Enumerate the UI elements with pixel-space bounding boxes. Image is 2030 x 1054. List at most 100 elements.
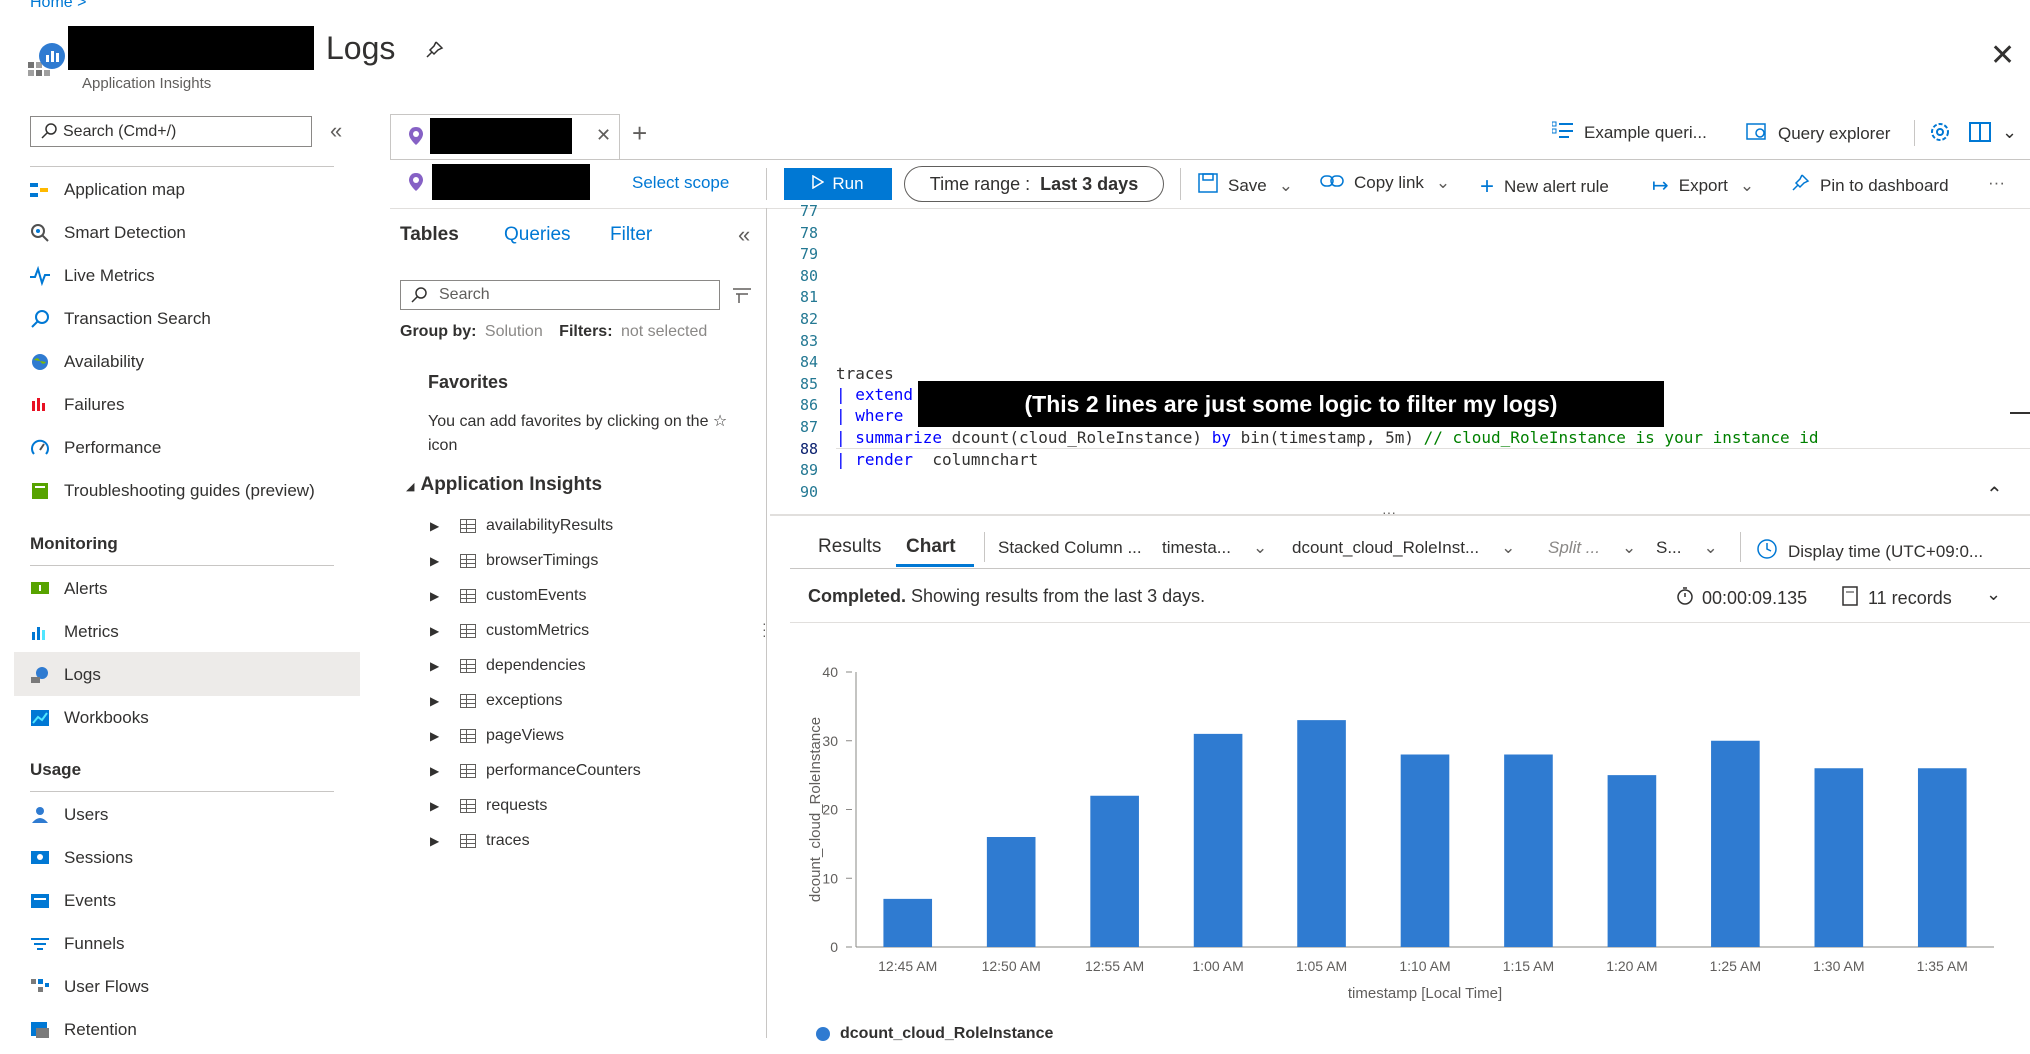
display-time-label: Display time (UTC+09:0... xyxy=(1788,541,1984,561)
nav-item-funnels[interactable]: Funnels xyxy=(30,932,124,956)
expand-icon[interactable]: ▶ xyxy=(430,659,442,673)
table-name: customEvents xyxy=(486,587,587,604)
nav-item-users[interactable]: Users xyxy=(30,803,108,827)
filters-value[interactable]: not selected xyxy=(621,323,707,340)
nav-item-alerts[interactable]: Alerts xyxy=(30,577,107,601)
code-keyword: render xyxy=(855,450,914,469)
tab-queries[interactable]: Queries xyxy=(504,224,571,246)
expand-icon[interactable]: ▶ xyxy=(430,589,442,603)
run-button[interactable]: Run xyxy=(784,168,892,200)
table-item[interactable]: ▶ browserTimings xyxy=(430,552,598,570)
nav-item-metrics[interactable]: Metrics xyxy=(30,620,119,644)
sort-icon[interactable] xyxy=(732,286,752,309)
editor-results-splitter[interactable] xyxy=(770,514,2030,516)
editor-splitter-handle-icon[interactable]: ··· xyxy=(1382,504,1396,520)
user-flows-icon xyxy=(30,977,50,997)
table-item[interactable]: ▶ exceptions xyxy=(430,692,563,710)
nav-item-availability[interactable]: Availability xyxy=(30,350,144,374)
metrics-icon xyxy=(30,622,50,642)
nav-item-logs[interactable]: Logs xyxy=(30,663,101,687)
splitter-handle-icon[interactable]: · · · xyxy=(762,616,767,642)
nav-item-user-flows[interactable]: User Flows xyxy=(30,975,149,999)
table-item[interactable]: ▶ customMetrics xyxy=(430,622,589,640)
nav-item-sessions[interactable]: Sessions xyxy=(30,846,133,870)
sessions-icon xyxy=(30,848,50,868)
line-number: 77 xyxy=(799,202,818,220)
code-line-88[interactable]: | render columnchart xyxy=(836,450,1038,469)
nav-item-transaction-search[interactable]: Transaction Search xyxy=(30,307,211,331)
table-item[interactable]: ▶ performanceCounters xyxy=(430,762,641,780)
legend-marker xyxy=(816,1027,830,1041)
expand-icon[interactable]: ▶ xyxy=(430,624,442,638)
table-icon xyxy=(460,694,476,708)
table-item[interactable]: ▶ dependencies xyxy=(430,657,586,675)
tab-results[interactable]: Results xyxy=(818,536,881,558)
expand-icon[interactable]: ▶ xyxy=(430,554,442,568)
expand-icon[interactable]: ▶ xyxy=(430,834,442,848)
time-range-button[interactable]: Time range : Last 3 days xyxy=(904,166,1164,202)
expand-results-icon[interactable]: ⌄ xyxy=(1986,584,2001,605)
table-item[interactable]: ▶ pageViews xyxy=(430,727,564,745)
close-tab-icon[interactable]: ✕ xyxy=(596,125,611,146)
group-by-value[interactable]: Solution xyxy=(485,323,543,340)
x-tick-label: 12:50 AM xyxy=(982,958,1041,974)
display-time-button[interactable]: Display time (UTC+09:0... xyxy=(1756,538,1983,565)
nav-search-input[interactable]: Search (Cmd+/) xyxy=(30,116,312,147)
table-item[interactable]: ▶ traces xyxy=(430,832,530,850)
code-keyword: where xyxy=(855,406,904,425)
chevron-down-icon[interactable]: ⌄ xyxy=(2002,122,2017,143)
pin-to-dashboard-button[interactable]: Pin to dashboard xyxy=(1790,173,1949,198)
nav-item-failures[interactable]: Failures xyxy=(30,393,124,417)
split-by-dropdown[interactable]: Split ... ⌄ xyxy=(1548,538,1636,558)
table-item[interactable]: ▶ requests xyxy=(430,797,547,815)
collapse-editor-icon[interactable]: ⌃ xyxy=(1986,482,2003,507)
expand-icon[interactable]: ▶ xyxy=(430,519,442,533)
y-axis-dropdown[interactable]: dcount_cloud_RoleInst... ⌄ xyxy=(1292,538,1515,558)
performance-icon xyxy=(30,438,50,458)
example-queries-button[interactable]: Example queri... xyxy=(1551,121,1707,144)
x-axis-dropdown[interactable]: timesta... ⌄ xyxy=(1162,538,1267,558)
nav-item-retention[interactable]: Retention xyxy=(30,1018,137,1042)
tab-tables[interactable]: Tables xyxy=(400,224,459,246)
copy-link-button[interactable]: Copy link ⌄ xyxy=(1320,173,1450,193)
pin-icon[interactable] xyxy=(424,40,444,65)
close-icon[interactable]: ✕ xyxy=(1990,38,2015,73)
live-metrics-icon xyxy=(30,266,50,286)
nav-item-performance[interactable]: Performance xyxy=(30,436,161,460)
save-button[interactable]: Save ⌄ xyxy=(1198,173,1293,198)
query-explorer-button[interactable]: Query explorer xyxy=(1746,121,1890,146)
chart-type-dropdown[interactable]: Stacked Column ... xyxy=(998,538,1142,558)
expand-icon[interactable]: ▶ xyxy=(430,729,442,743)
collapse-panel-icon[interactable]: « xyxy=(738,222,750,248)
breadcrumb[interactable]: Home > xyxy=(30,0,86,12)
tab-filter[interactable]: Filter xyxy=(610,224,652,246)
code-line-85[interactable]: | extend xyxy=(836,385,913,404)
table-item[interactable]: ▶ availabilityResults xyxy=(430,517,613,535)
more-options-icon[interactable]: ··· xyxy=(1988,173,2005,193)
tab-chart[interactable]: Chart xyxy=(906,536,956,558)
chart-legend[interactable]: dcount_cloud_RoleInstance xyxy=(816,1024,1053,1044)
expand-icon[interactable]: ▶ xyxy=(430,694,442,708)
book-icon[interactable] xyxy=(1968,121,1992,148)
application-insights-section[interactable]: ◢ Application Insights xyxy=(406,474,602,496)
aggregation-dropdown[interactable]: S... ⌄ xyxy=(1656,538,1718,558)
nav-item-events[interactable]: Events xyxy=(30,889,116,913)
nav-item-application-map[interactable]: Application map xyxy=(30,178,185,202)
schema-search-input[interactable]: Search xyxy=(400,280,720,310)
new-alert-rule-button[interactable]: + New alert rule xyxy=(1480,173,1609,201)
nav-item-troubleshooting-guides[interactable]: Troubleshooting guides (preview) xyxy=(30,479,315,503)
code-line-84[interactable]: traces xyxy=(836,364,894,383)
select-scope-link[interactable]: Select scope xyxy=(632,173,729,193)
collapse-nav-icon[interactable]: « xyxy=(330,118,342,144)
expand-icon[interactable]: ▶ xyxy=(430,764,442,778)
code-line-87[interactable]: | summarize dcount(cloud_RoleInstance) b… xyxy=(836,428,1819,447)
nav-item-workbooks[interactable]: Workbooks xyxy=(30,706,149,730)
add-tab-icon[interactable]: + xyxy=(632,118,647,149)
nav-item-live-metrics[interactable]: Live Metrics xyxy=(30,264,155,288)
nav-item-smart-detection[interactable]: Smart Detection xyxy=(30,221,186,245)
code-line-86[interactable]: | where xyxy=(836,406,903,425)
settings-icon[interactable] xyxy=(1928,120,1952,149)
expand-icon[interactable]: ▶ xyxy=(430,799,442,813)
table-item[interactable]: ▶ customEvents xyxy=(430,587,586,605)
export-button[interactable]: ↦ Export ⌄ xyxy=(1652,173,1754,198)
